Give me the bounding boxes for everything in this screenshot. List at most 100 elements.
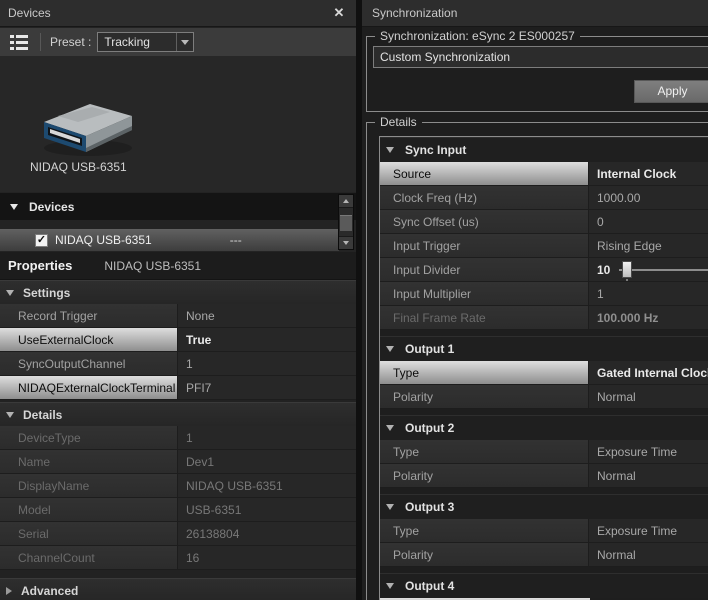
property-value[interactable]: True: [178, 328, 356, 351]
properties-title: Properties: [8, 258, 72, 273]
synchronization-panel-titlebar: Synchronization: [362, 0, 708, 27]
toolbar-separator: [40, 33, 41, 51]
synchronization-panel: Synchronization Synchronization: eSync 2…: [362, 0, 708, 600]
section-label: Output 3: [405, 500, 454, 514]
list-view-icon[interactable]: [10, 35, 30, 50]
property-value[interactable]: Dev1: [178, 450, 356, 473]
section-header-details[interactable]: Details: [0, 402, 356, 426]
sync-mode-dropdown[interactable]: Custom Synchronization: [373, 46, 708, 68]
property-label: Type: [380, 361, 589, 384]
property-value[interactable]: 100.000 Hz: [589, 306, 708, 329]
section-header-output-4[interactable]: Output 4: [380, 573, 708, 598]
device-list-scrollbar[interactable]: [338, 194, 354, 250]
property-row-channelcount[interactable]: ChannelCount16: [0, 546, 356, 570]
triangle-down-icon: [10, 204, 18, 210]
close-icon[interactable]: ✕: [330, 5, 348, 21]
property-value[interactable]: Exposure Time: [589, 440, 708, 463]
property-value[interactable]: 1: [178, 426, 356, 449]
sync-details-groupbox: Details Sync InputSourceInternal ClockCl…: [366, 122, 708, 600]
property-row-devicetype[interactable]: DeviceType1: [0, 426, 356, 450]
property-row-syncoutputchannel[interactable]: SyncOutputChannel1: [0, 352, 356, 376]
property-value[interactable]: PFI7: [178, 376, 356, 399]
property-value[interactable]: Exposure Time: [589, 519, 708, 542]
property-row-type[interactable]: TypeExposure Time: [380, 440, 708, 464]
preset-dropdown[interactable]: Tracking: [97, 32, 194, 52]
property-row-useexternalclock[interactable]: UseExternalClockTrue: [0, 328, 356, 352]
property-row-model[interactable]: ModelUSB-6351: [0, 498, 356, 522]
property-label: Clock Freq (Hz): [380, 186, 589, 209]
property-row-polarity[interactable]: PolarityNormal: [380, 464, 708, 488]
sync-source-groupbox: Synchronization: eSync 2 ES000257 Custom…: [366, 36, 708, 112]
section-label: Advanced: [21, 584, 78, 598]
device-row-name: NIDAQ USB-6351: [55, 233, 152, 247]
property-row-polarity[interactable]: PolarityNormal: [380, 543, 708, 567]
slider-track[interactable]: [619, 269, 708, 271]
property-value[interactable]: None: [178, 304, 356, 327]
property-value[interactable]: 0: [589, 210, 708, 233]
property-row-type[interactable]: TypeExposure Time: [380, 519, 708, 543]
property-value[interactable]: 1000.00: [589, 186, 708, 209]
property-value[interactable]: Normal: [589, 464, 708, 487]
property-value[interactable]: 16: [178, 546, 356, 569]
property-value[interactable]: 1: [589, 282, 708, 305]
property-row-serial[interactable]: Serial26138804: [0, 522, 356, 546]
section-header-output-3[interactable]: Output 3: [380, 494, 708, 519]
property-row-type[interactable]: TypeGated Internal Clock: [380, 361, 708, 385]
property-label: Input Multiplier: [380, 282, 589, 305]
property-row-name[interactable]: NameDev1: [0, 450, 356, 474]
property-label: Type: [380, 440, 589, 463]
device-enabled-checkbox[interactable]: ✓: [35, 234, 48, 247]
section-label: Output 1: [405, 342, 454, 356]
property-value[interactable]: 26138804: [178, 522, 356, 545]
property-label: Polarity: [380, 464, 589, 487]
scrollbar-thumb[interactable]: [340, 215, 352, 231]
properties-header: Properties NIDAQ USB-6351: [0, 252, 356, 280]
slider-handle[interactable]: [622, 261, 632, 278]
property-label: Source: [380, 162, 589, 185]
section-header-advanced[interactable]: Advanced: [0, 578, 356, 600]
property-value[interactable]: 10: [589, 258, 708, 281]
property-value[interactable]: Normal: [589, 385, 708, 408]
property-value[interactable]: Internal Clock: [589, 162, 708, 185]
property-label: Sync Offset (us): [380, 210, 589, 233]
property-value[interactable]: 1: [178, 352, 356, 375]
property-row-nidaqexternalclockterminal[interactable]: NIDAQExternalClockTerminalPFI7: [0, 376, 356, 400]
scroll-up-button[interactable]: [339, 195, 353, 208]
section-header-output-1[interactable]: Output 1: [380, 336, 708, 361]
property-row-final-frame-rate[interactable]: Final Frame Rate100.000 Hz: [380, 306, 708, 330]
device-preview-label: NIDAQ USB-6351: [30, 160, 127, 174]
property-row-record-trigger[interactable]: Record TriggerNone: [0, 304, 356, 328]
property-row-input-trigger[interactable]: Input TriggerRising Edge: [380, 234, 708, 258]
property-row-input-divider[interactable]: Input Divider10: [380, 258, 708, 282]
property-row-displayname[interactable]: DisplayNameNIDAQ USB-6351: [0, 474, 356, 498]
device-preview-area: NIDAQ USB-6351: [0, 56, 356, 192]
property-value[interactable]: Gated Internal Clock: [589, 361, 708, 384]
preset-dropdown-arrow[interactable]: [176, 33, 193, 51]
triangle-down-icon: [386, 504, 394, 510]
slider-tick: [626, 279, 628, 281]
triangle-down-icon: [6, 290, 14, 296]
device-list-group-header[interactable]: Devices: [0, 193, 356, 220]
property-row-source[interactable]: SourceInternal Clock: [380, 162, 708, 186]
property-value[interactable]: Rising Edge: [589, 234, 708, 257]
device-list-row[interactable]: ✓ NIDAQ USB-6351 ---: [0, 229, 339, 251]
apply-button[interactable]: Apply: [634, 80, 708, 103]
scroll-down-button[interactable]: [339, 236, 353, 249]
sync-details-table: Sync InputSourceInternal ClockClock Freq…: [379, 136, 708, 600]
chevron-down-icon: [181, 40, 189, 45]
property-value[interactable]: USB-6351: [178, 498, 356, 521]
property-value[interactable]: Normal: [589, 543, 708, 566]
section-header-sync-input[interactable]: Sync Input: [380, 137, 708, 162]
property-value[interactable]: NIDAQ USB-6351: [178, 474, 356, 497]
property-row-input-multiplier[interactable]: Input Multiplier1: [380, 282, 708, 306]
section-header-settings[interactable]: Settings: [0, 280, 356, 304]
property-row-sync-offset-us[interactable]: Sync Offset (us)0: [380, 210, 708, 234]
property-row-clock-freq-hz[interactable]: Clock Freq (Hz)1000.00: [380, 186, 708, 210]
preset-label: Preset :: [50, 35, 91, 49]
section-header-output-2[interactable]: Output 2: [380, 415, 708, 440]
device-list: Devices ✓ NIDAQ USB-6351 ---: [0, 192, 356, 252]
triangle-down-icon: [386, 346, 394, 352]
property-label: Name: [0, 450, 178, 473]
property-row-polarity[interactable]: PolarityNormal: [380, 385, 708, 409]
property-label: Polarity: [380, 543, 589, 566]
